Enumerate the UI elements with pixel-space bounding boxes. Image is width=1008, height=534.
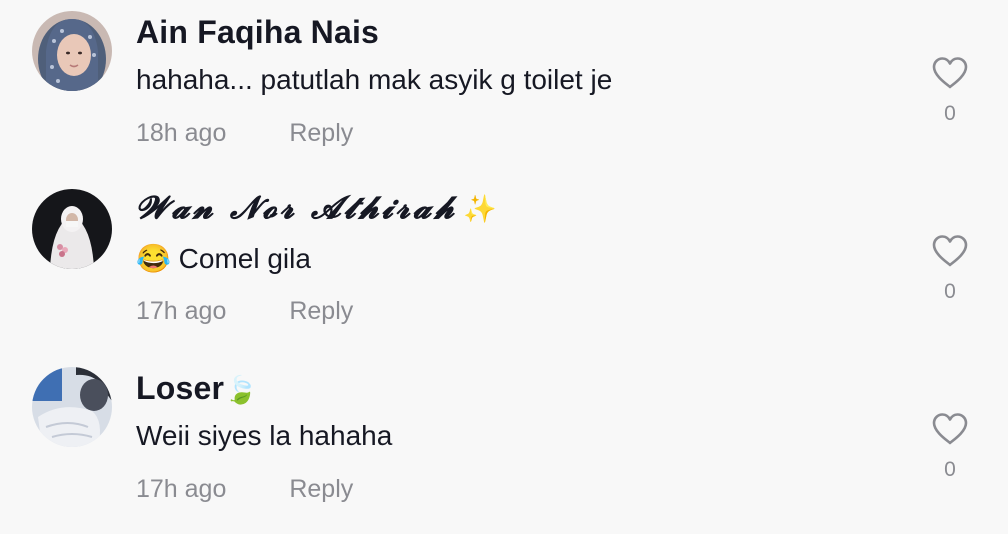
comment-username[interactable]: Ain Faqiha Nais xyxy=(136,14,379,51)
reply-button[interactable]: Reply xyxy=(289,475,353,503)
username-text: Loser xyxy=(136,370,225,406)
comment-text-content: hahaha... patutlah mak asyik g toilet je xyxy=(136,64,613,95)
reply-button[interactable]: Reply xyxy=(289,119,353,147)
comment-text-content: Weii siyes la hahaha xyxy=(136,420,393,451)
user-avatar[interactable] xyxy=(32,11,112,91)
comment-meta: 18h ago Reply xyxy=(136,119,353,148)
heart-outline-icon xyxy=(932,235,968,267)
like-count: 0 xyxy=(944,102,956,125)
like-button[interactable]: 0 xyxy=(926,56,974,126)
heart-outline-icon xyxy=(932,57,968,89)
sparkles-icon: ✨ xyxy=(463,194,497,225)
reply-button[interactable]: Reply xyxy=(289,297,353,325)
heart-outline-icon xyxy=(932,413,968,445)
comment-item: Ain Faqiha Nais hahaha... patutlah mak a… xyxy=(0,0,1008,178)
laughing-emoji-icon: 😂 xyxy=(136,243,171,274)
user-avatar[interactable] xyxy=(32,367,112,447)
comment-item: 𝓦𝓪𝓷 𝓝𝓸𝓻 𝓐𝓽𝓱𝓲𝓻𝓪𝓱 ✨ 😂 Comel gila 17h ago Re… xyxy=(0,178,1008,356)
comment-timestamp: 17h ago xyxy=(136,475,227,503)
comment-item: Loser🍃 Weii siyes la hahaha 17h ago Repl… xyxy=(0,356,1008,534)
comment-meta: 17h ago Reply xyxy=(136,475,353,504)
comment-text: hahaha... patutlah mak asyik g toilet je xyxy=(136,64,612,96)
comment-username[interactable]: Loser🍃 xyxy=(136,370,258,407)
comment-text-content: Comel gila xyxy=(178,243,311,274)
comment-username[interactable]: 𝓦𝓪𝓷 𝓝𝓸𝓻 𝓐𝓽𝓱𝓲𝓻𝓪𝓱 ✨ xyxy=(136,190,497,227)
comment-text: 😂 Comel gila xyxy=(136,242,311,275)
like-count: 0 xyxy=(944,280,956,303)
comment-timestamp: 17h ago xyxy=(136,297,227,325)
username-text: Ain Faqiha Nais xyxy=(136,14,380,50)
comment-timestamp: 18h ago xyxy=(136,119,227,147)
like-button[interactable]: 0 xyxy=(926,412,974,482)
username-text: 𝓦𝓪𝓷 𝓝𝓸𝓻 𝓐𝓽𝓱𝓲𝓻𝓪𝓱 xyxy=(136,190,458,226)
comment-meta: 17h ago Reply xyxy=(136,297,353,326)
leaf-icon: 🍃 xyxy=(224,375,258,405)
like-count: 0 xyxy=(944,458,956,481)
comment-text: Weii siyes la hahaha xyxy=(136,420,392,452)
like-button[interactable]: 0 xyxy=(926,234,974,304)
user-avatar[interactable] xyxy=(32,189,112,269)
